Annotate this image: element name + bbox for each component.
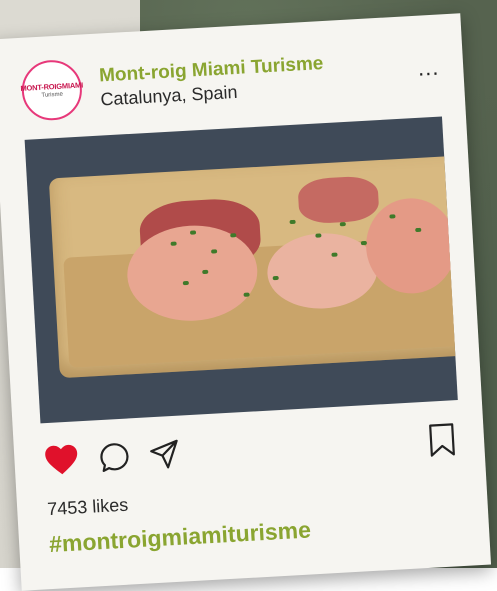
- chive: [211, 249, 218, 254]
- chive: [170, 241, 177, 246]
- chive: [272, 275, 279, 281]
- chive: [202, 269, 209, 275]
- send-icon[interactable]: [148, 438, 182, 472]
- chive: [289, 219, 296, 225]
- chive: [315, 233, 322, 238]
- likes-count[interactable]: 7453 likes: [47, 495, 129, 520]
- chive: [415, 227, 422, 233]
- chive: [189, 230, 197, 235]
- avatar-logo-text: MONT-ROIGMIAMI: [20, 80, 84, 93]
- hashtag-link[interactable]: #montroigmiamiturisme: [48, 516, 311, 558]
- comment-icon[interactable]: [98, 440, 132, 474]
- more-icon[interactable]: ...: [417, 55, 440, 81]
- chive: [331, 252, 338, 257]
- post-header: MONT-ROIGMIAMI Turisme Mont-roig Miami T…: [10, 32, 447, 122]
- post-actions: [40, 422, 462, 485]
- heart-icon[interactable]: [44, 443, 80, 477]
- avatar[interactable]: MONT-ROIGMIAMI Turisme: [20, 58, 84, 122]
- post-image[interactable]: [24, 116, 458, 424]
- chive: [389, 214, 396, 219]
- bookmark-icon[interactable]: [427, 422, 457, 458]
- post-card: MONT-ROIGMIAMI Turisme Mont-roig Miami T…: [0, 13, 492, 591]
- chive: [243, 292, 250, 297]
- chive: [230, 233, 237, 238]
- chive: [339, 222, 346, 227]
- chive: [360, 240, 368, 246]
- chive: [182, 280, 189, 286]
- avatar-logo-subtext: Turisme: [41, 91, 64, 99]
